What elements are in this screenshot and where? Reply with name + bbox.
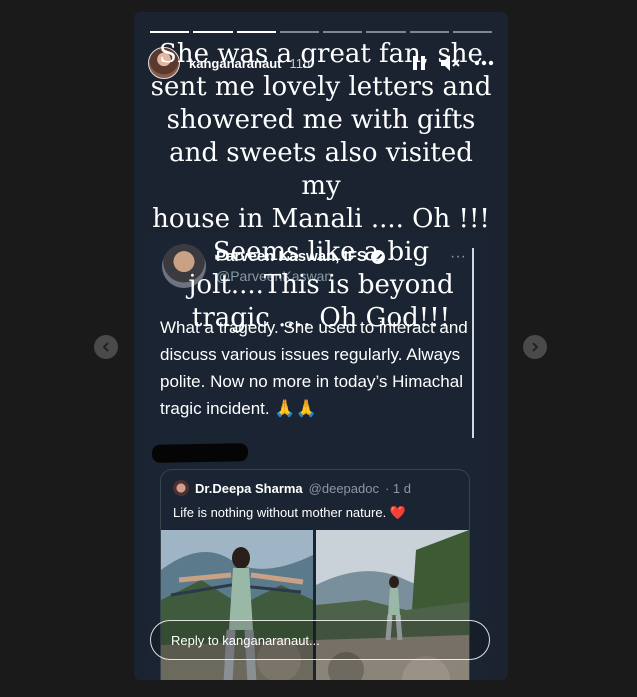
caption-line: jolt....This is beyond (188, 270, 454, 300)
progress-segment (323, 31, 363, 33)
redacted-mark (151, 443, 249, 463)
progress-segment (452, 31, 492, 33)
progress-segment (193, 31, 233, 33)
quoted-author-name: Dr.Deepa Sharma (195, 480, 303, 496)
story-viewer: Parveen Kaswan, IFS @ParveenKaswan ··· W… (134, 12, 508, 680)
progress-segment (150, 31, 190, 33)
caption-line: tragic .... Oh God!!! (191, 303, 451, 333)
progress-segment (366, 31, 406, 33)
caption-line: sent me lovely letters and (150, 72, 492, 102)
caption-line: house in Manali .... Oh !!! (152, 204, 490, 234)
progress-segment (236, 31, 276, 33)
quoted-avatar (173, 480, 189, 496)
quoted-time: · 1 d (384, 480, 411, 496)
story-caption: She was a great fan, she sent me lovely … (134, 38, 508, 335)
previous-story-button[interactable] (94, 335, 118, 359)
quoted-text: Life is nothing without mother nature. ❤… (173, 505, 406, 520)
story-progress-bar (150, 31, 492, 33)
reply-input[interactable]: Reply to kanganaranaut... (150, 620, 490, 660)
chevron-left-icon (102, 342, 109, 352)
chevron-right-icon (532, 342, 539, 352)
progress-segment (279, 31, 319, 33)
next-story-button[interactable] (523, 335, 547, 359)
caption-line: and sweets also visited my (169, 138, 473, 201)
progress-segment (409, 31, 449, 33)
quoted-handle: @deepadoc (308, 480, 379, 496)
caption-line: showered me with gifts (166, 105, 476, 135)
caption-line: She was a great fan, she (159, 39, 483, 69)
caption-line: Seems like a big (212, 237, 430, 267)
